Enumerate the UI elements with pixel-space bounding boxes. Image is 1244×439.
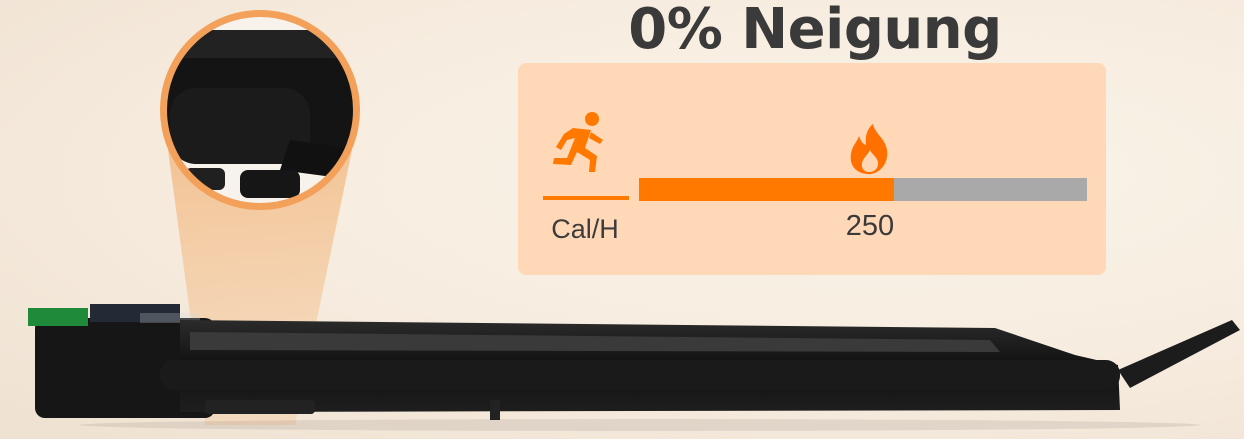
calorie-value: 250 xyxy=(845,210,895,242)
unit-label: Cal/H xyxy=(551,214,619,244)
unit-underline xyxy=(543,196,629,200)
flame-icon xyxy=(850,124,888,174)
calorie-bar-track xyxy=(639,178,1087,201)
treadmill-body xyxy=(28,304,1240,431)
calorie-bar-fill xyxy=(639,178,895,201)
running-person-icon xyxy=(553,112,603,172)
incline-headline: 0% Neigung xyxy=(628,0,1002,62)
